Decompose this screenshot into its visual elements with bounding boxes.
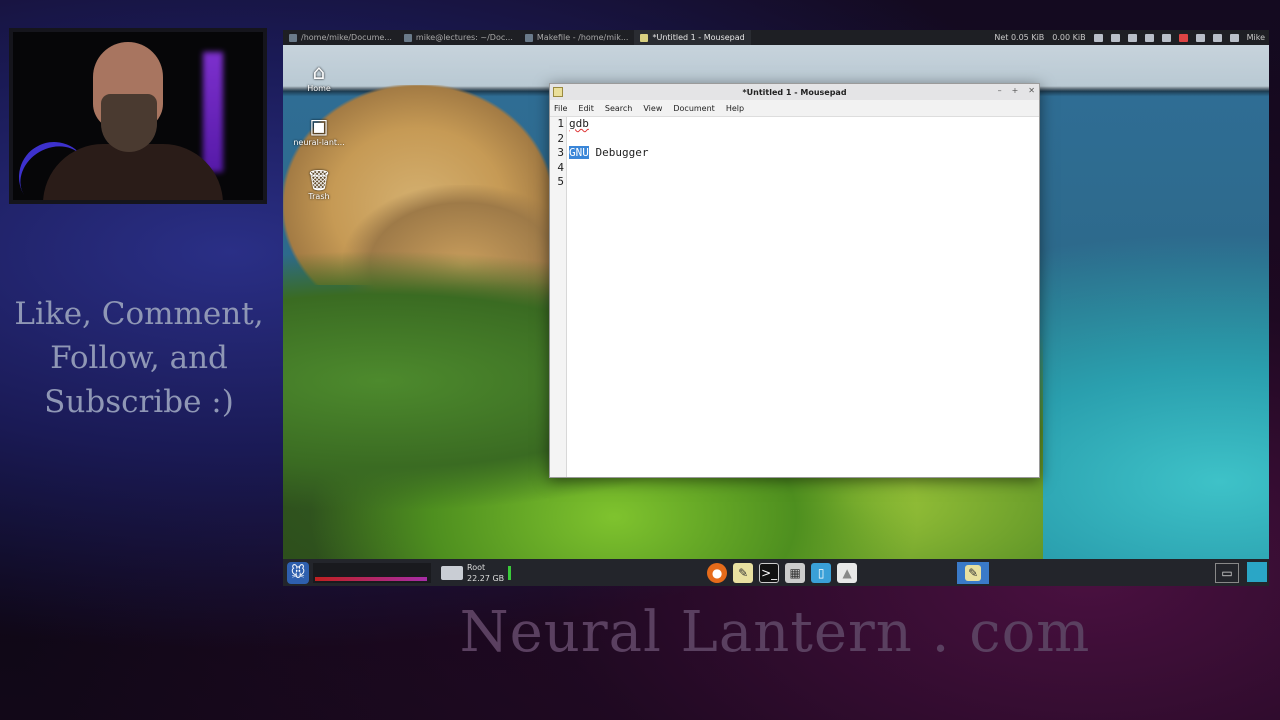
desktop-icon-trash[interactable]: 🗑 Trash [293, 168, 345, 201]
app-menu-button[interactable]: 🐭 [287, 561, 309, 584]
line-number: 1 [557, 117, 564, 130]
desktop-screen: /home/mike/Docume... mike@lectures: ~/Do… [283, 30, 1269, 586]
menu-view[interactable]: View [643, 104, 662, 113]
cpu-graph [313, 562, 431, 583]
text-editor[interactable]: 1 2 3 4 5 gdb GNU Debugger [550, 117, 1039, 477]
text-line [569, 175, 648, 190]
window-title: *Untitled 1 - Mousepad [742, 87, 847, 97]
mousepad-icon: ✎ [965, 564, 982, 581]
task-label: /home/mike/Docume... [301, 33, 392, 42]
workspace-switcher[interactable] [1247, 562, 1267, 582]
net-monitor-2[interactable]: 0.00 KiB [1052, 33, 1085, 42]
line-text: Debugger [588, 146, 649, 159]
presenter-beard [101, 94, 157, 152]
selected-text: GNU [569, 146, 589, 159]
power-icon[interactable] [1195, 33, 1205, 42]
taskbar-mousepad-button[interactable]: ✎ [957, 561, 990, 584]
user-menu[interactable]: Mike [1247, 33, 1265, 42]
task-label: Makefile - /home/mik... [536, 33, 629, 42]
home-icon: ⌂ [312, 60, 326, 84]
network-icon[interactable] [1093, 33, 1103, 42]
desktop-icon-folder[interactable]: ▣ neural-lant... [293, 114, 345, 147]
screenshot-icon[interactable] [1127, 33, 1137, 42]
volume-icon[interactable] [1212, 33, 1222, 42]
clipboard-icon[interactable] [1110, 33, 1120, 42]
desktop-icon-home[interactable]: ⌂ Home [293, 60, 345, 93]
line-number: 3 [557, 146, 564, 159]
line-number: 4 [557, 160, 564, 174]
top-panel: /home/mike/Docume... mike@lectures: ~/Do… [283, 30, 1269, 45]
desktop-icon-label: neural-lant... [293, 138, 345, 147]
task-label: mike@lectures: ~/Doc... [415, 33, 513, 42]
mousepad-window: *Untitled 1 - Mousepad – + ✕ File Edit S… [549, 83, 1040, 478]
presenter-body [43, 144, 223, 200]
text-editor-icon[interactable]: ✎ [733, 562, 754, 583]
editor-text[interactable]: gdb GNU Debugger [567, 117, 648, 477]
taskbar-item-file-manager[interactable]: /home/mike/Docume... [283, 30, 398, 45]
disk-monitor[interactable]: Root 22.27 GB [441, 562, 512, 584]
system-tray: Net 0.05 KiB 0.00 KiB Mike [994, 33, 1269, 42]
menu-file[interactable]: File [554, 104, 567, 113]
text-line [569, 161, 648, 176]
text-line [569, 132, 648, 147]
folder-icon [289, 33, 297, 42]
text-line: GNU Debugger [569, 146, 648, 161]
bluetooth-icon[interactable] [1161, 33, 1171, 42]
notification-icon[interactable] [1229, 33, 1239, 42]
menu-edit[interactable]: Edit [578, 104, 594, 113]
webcam-feed [9, 28, 267, 204]
cta-line: Follow, and [50, 340, 228, 376]
text-line: gdb [569, 117, 648, 132]
file-manager-button[interactable]: ▭ [1215, 562, 1239, 583]
firefox-icon[interactable]: ● [707, 562, 728, 583]
menu-bar: File Edit Search View Document Help [550, 100, 1039, 117]
maximize-button[interactable]: + [1012, 86, 1019, 95]
mousepad-icon [553, 87, 563, 97]
disk-icon [441, 565, 463, 580]
cta-line: Like, Comment, [14, 296, 264, 332]
app-launcher: ● ✎ >_ ▦ ▯ ▲ [707, 562, 858, 583]
bottom-panel: 🐭 Root 22.27 GB ● ✎ >_ ▦ ▯ ▲ ✎ ▭ [283, 559, 1269, 586]
line-number: 5 [557, 175, 564, 188]
taskbar-item-mousepad[interactable]: *Untitled 1 - Mousepad [634, 30, 751, 45]
disk-size: 22.27 GB [467, 573, 505, 583]
disk-name: Root [467, 562, 486, 572]
purple-light [203, 52, 223, 172]
taskbar-item-terminal[interactable]: mike@lectures: ~/Doc... [398, 30, 519, 45]
net-monitor[interactable]: Net 0.05 KiB [994, 33, 1044, 42]
cpu-bar [315, 576, 427, 581]
spellcheck-word: gdb [569, 117, 589, 130]
display-icon[interactable] [1144, 33, 1154, 42]
calculator-icon[interactable]: ▦ [785, 562, 806, 583]
window-titlebar[interactable]: *Untitled 1 - Mousepad – + ✕ [550, 84, 1039, 100]
cta-line: Subscribe :) [44, 384, 234, 420]
minimize-button[interactable]: – [998, 86, 1002, 95]
disk-meter [508, 565, 512, 580]
subscribe-callout: Like, Comment, Follow, and Subscribe :) [10, 292, 268, 424]
editor-icon [524, 33, 533, 42]
menu-search[interactable]: Search [605, 104, 632, 113]
terminal-icon [403, 33, 412, 42]
menu-help[interactable]: Help [726, 104, 744, 113]
menu-document[interactable]: Document [673, 104, 714, 113]
trash-icon: 🗑 [306, 168, 332, 192]
close-button[interactable]: ✕ [1028, 86, 1035, 95]
folder-icon: ▣ [309, 114, 329, 138]
line-number: 2 [557, 131, 564, 145]
desktop-icon-label: Trash [308, 192, 330, 201]
document-viewer-icon[interactable]: ▲ [837, 562, 858, 583]
desktop-icon-label: Home [307, 84, 331, 93]
line-number-gutter: 1 2 3 4 5 [550, 117, 567, 477]
mousepad-icon [640, 33, 649, 42]
task-label: *Untitled 1 - Mousepad [652, 33, 745, 42]
brand-watermark: Neural Lantern . com [459, 600, 1091, 665]
terminal-icon[interactable]: >_ [759, 562, 780, 583]
notes-icon[interactable]: ▯ [811, 562, 832, 583]
updates-icon[interactable] [1178, 33, 1188, 42]
taskbar-item-makefile[interactable]: Makefile - /home/mik... [519, 30, 635, 45]
